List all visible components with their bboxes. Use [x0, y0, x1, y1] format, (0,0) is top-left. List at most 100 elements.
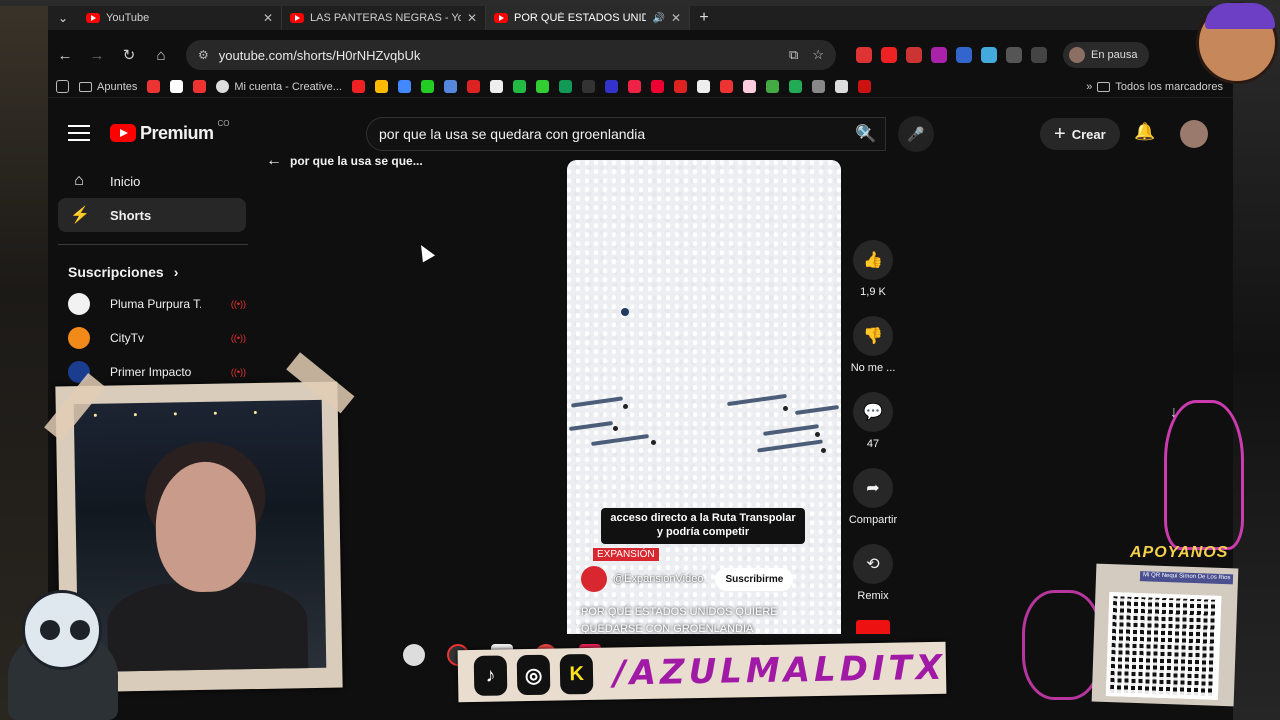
bookmark-icon[interactable]	[696, 80, 710, 93]
youtube-premium-logo[interactable]: Premium CO	[110, 119, 230, 144]
bookmark-label: Mi cuenta - Creative...	[234, 80, 342, 93]
dislike-action[interactable]: 👎 No me ...	[828, 316, 918, 374]
puzzle-icon[interactable]	[1006, 47, 1022, 63]
divider	[58, 244, 248, 245]
bookmark-icon[interactable]	[811, 80, 825, 93]
share-action[interactable]: ➦ Compartir	[828, 468, 918, 526]
bookmark-icon[interactable]	[581, 80, 595, 93]
bookmark-icon[interactable]	[193, 80, 207, 93]
close-tab-icon[interactable]: ✕	[671, 11, 681, 25]
bookmark-star-icon[interactable]: ☆	[812, 47, 824, 63]
extension-icon[interactable]	[906, 47, 922, 63]
sidebar-item-shorts[interactable]: ⚡ Shorts	[58, 198, 246, 232]
apps-grid-icon[interactable]	[56, 80, 69, 93]
bookmark-icon[interactable]	[742, 80, 756, 93]
menu-icon[interactable]	[68, 125, 90, 141]
bookmark-icon[interactable]	[834, 80, 848, 93]
channel-handle[interactable]: @ExpansionVideo	[613, 573, 703, 585]
media-control-icon[interactable]	[1031, 47, 1047, 63]
devil-drawing	[1022, 590, 1102, 700]
bookmark-icon[interactable]	[397, 80, 411, 93]
notifications-bell-icon[interactable]: 🔔	[1134, 122, 1155, 142]
tab-youtube[interactable]: YouTube ✕	[78, 6, 282, 30]
bookmark-icon[interactable]	[765, 80, 779, 93]
bookmark-icon[interactable]	[558, 80, 572, 93]
bookmark-icon[interactable]	[374, 80, 388, 93]
bookmark-folder[interactable]: Apuntes	[79, 81, 137, 93]
audio-thumbnail[interactable]	[856, 620, 890, 634]
sidebar-channel-pluma[interactable]: Pluma Purpura T... ((•))	[58, 287, 246, 321]
thumbs-down-icon[interactable]: 👎	[853, 316, 893, 356]
bookmark-icon[interactable]	[170, 80, 184, 93]
extension-icon[interactable]	[956, 47, 972, 63]
all-bookmarks[interactable]: » Todos los marcadores	[1086, 81, 1223, 93]
profile-button[interactable]: En pausa	[1063, 42, 1150, 68]
back-icon[interactable]: ←	[50, 40, 80, 70]
home-icon[interactable]: ⌂	[146, 40, 176, 70]
comments-action[interactable]: 💬 47	[828, 392, 918, 450]
sidebar-channel-citytv[interactable]: CityTv ((•))	[58, 321, 246, 355]
bookmark-icon[interactable]	[627, 80, 641, 93]
bookmark-icon[interactable]	[489, 80, 503, 93]
bookmark-icon[interactable]	[420, 80, 434, 93]
taskbar-app-icon[interactable]	[403, 644, 425, 666]
instagram-icon: ◎	[516, 654, 551, 696]
new-tab-button[interactable]: +	[690, 9, 718, 27]
close-tab-icon[interactable]: ✕	[467, 11, 477, 25]
subscribe-button[interactable]: Suscribirme	[715, 567, 794, 591]
address-bar[interactable]: ⚙ youtube.com/shorts/H0rNHZvqbUk ⧉ ☆	[186, 40, 836, 70]
extension-icon[interactable]	[981, 47, 997, 63]
tab-groenlandia[interactable]: POR QUÉ ESTADOS UNIDO 🔊 ✕	[486, 6, 690, 30]
shorts-icon: ⚡	[70, 207, 90, 224]
comment-icon[interactable]: 💬	[853, 392, 893, 432]
search-input[interactable]: por que la usa se quedara con groenlandi…	[366, 117, 886, 151]
install-icon[interactable]: ⧉	[789, 47, 798, 63]
bookmark-icon[interactable]	[788, 80, 802, 93]
extension-icon[interactable]	[881, 47, 897, 63]
search-icon[interactable]: 🔍	[836, 117, 896, 151]
video-title[interactable]: POR QUÉ ESTADOS UNIDOS QUIERE QUEDARSE C…	[581, 604, 801, 634]
create-button[interactable]: + Crear	[1040, 118, 1120, 150]
search-back-link[interactable]: ← por que la usa se que...	[266, 152, 423, 170]
youtube-bookmark-icon[interactable]	[673, 80, 687, 93]
bookmark-icon[interactable]	[604, 80, 618, 93]
speaker-icon[interactable]: 🔊	[652, 13, 664, 24]
tab-search-icon[interactable]: ⌄	[48, 6, 78, 30]
reload-icon[interactable]: ↻	[114, 40, 144, 70]
short-video-player[interactable]: acceso directo a la Ruta Transpolar y po…	[567, 160, 841, 634]
channel-avatar[interactable]	[581, 566, 607, 592]
bookmark-icon[interactable]	[351, 80, 365, 93]
sidebar-item-inicio[interactable]: ⌂ Inicio	[58, 164, 246, 198]
plus-icon: +	[1054, 122, 1066, 145]
home-icon: ⌂	[74, 172, 84, 189]
tab-panteras[interactable]: LAS PANTERAS NEGRAS - YouT ✕	[282, 6, 486, 30]
extension-icon[interactable]	[856, 47, 872, 63]
pinterest-icon[interactable]	[650, 80, 664, 93]
bookmark-creative[interactable]: Mi cuenta - Creative...	[216, 80, 342, 93]
bookmark-icon[interactable]	[466, 80, 480, 93]
bookmark-icon[interactable]	[535, 80, 549, 93]
whatsapp-icon[interactable]	[512, 80, 526, 93]
close-tab-icon[interactable]: ✕	[263, 11, 273, 25]
forward-icon[interactable]: →	[82, 40, 112, 70]
bookmark-icon[interactable]	[857, 80, 871, 93]
thumbs-up-icon[interactable]: 👍	[853, 240, 893, 280]
qr-code	[1105, 592, 1222, 700]
microphone-icon[interactable]: 🎤	[898, 116, 934, 152]
devil-drawing	[1164, 400, 1244, 550]
skull-mascot	[8, 590, 118, 720]
bookmark-icon[interactable]	[147, 80, 161, 93]
extension-icon[interactable]	[931, 47, 947, 63]
like-action[interactable]: 👍 1,9 K	[828, 240, 918, 298]
account-avatar[interactable]	[1180, 120, 1208, 148]
bookmark-icon[interactable]	[443, 80, 457, 93]
url-text: youtube.com/shorts/H0rNHZvqbUk	[218, 47, 421, 63]
site-info-icon[interactable]: ⚙	[198, 48, 209, 62]
remix-action[interactable]: ⟲ Remix	[828, 544, 918, 602]
share-icon[interactable]: ➦	[853, 468, 893, 508]
bookmarks-bar: Apuntes Mi cuenta - Creative... » Todos …	[48, 76, 1233, 98]
tiktok-icon: ♪	[473, 655, 508, 696]
remix-icon[interactable]: ⟲	[853, 544, 893, 584]
subscriptions-header[interactable]: Suscripciones ›	[58, 257, 246, 287]
bookmark-icon[interactable]	[719, 80, 733, 93]
